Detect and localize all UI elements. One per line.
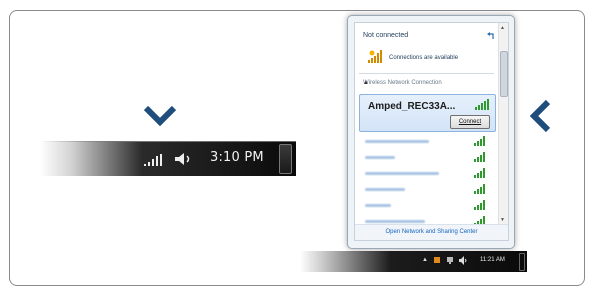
signal-strength-icon	[474, 136, 485, 146]
network-name-blurred	[365, 172, 439, 175]
scroll-up-icon[interactable]: ▲	[500, 25, 505, 31]
speaker-icon[interactable]	[174, 152, 194, 166]
network-item[interactable]	[359, 166, 494, 182]
network-item[interactable]	[359, 198, 494, 214]
network-name-blurred	[365, 140, 429, 143]
signal-strength-icon	[474, 152, 485, 162]
signal-strength-icon	[474, 184, 485, 194]
network-icon[interactable]	[446, 256, 454, 265]
clock-time[interactable]: 3:10 PM	[210, 150, 264, 165]
network-item[interactable]	[359, 150, 494, 166]
taskbar-top-edge	[40, 141, 296, 142]
network-name-blurred	[365, 188, 405, 191]
network-flyout: Not connected Connections are available …	[347, 15, 515, 249]
wireless-signal-icon[interactable]	[143, 154, 163, 166]
collapse-icon[interactable]: ▲	[363, 80, 491, 86]
network-name-blurred	[365, 156, 395, 159]
scrollbar-thumb[interactable]	[500, 51, 508, 97]
section-header-wireless[interactable]: Wireless Network Connection ▲	[359, 77, 495, 91]
network-available-icon	[368, 50, 382, 63]
signal-strength-icon	[475, 99, 489, 110]
chevron-left-icon	[530, 99, 551, 133]
show-desktop-button[interactable]	[519, 253, 525, 271]
scrollbar[interactable]: ▲ ▼	[498, 23, 508, 225]
network-sharing-center-link[interactable]: Open Network and Sharing Center	[355, 229, 508, 235]
network-item[interactable]	[359, 134, 494, 150]
taskbar-small: ▲ 11:21 AM	[300, 251, 527, 272]
network-name: Amped_REC33A...	[368, 101, 456, 112]
availability-text: Connections are available	[389, 55, 459, 61]
chevron-down-icon	[143, 105, 177, 126]
network-flyout-panel: Not connected Connections are available …	[354, 22, 509, 241]
clock-time[interactable]: 11:21 AM	[480, 257, 505, 263]
network-name-blurred	[365, 220, 425, 223]
network-item[interactable]	[359, 182, 494, 198]
refresh-icon[interactable]	[485, 31, 495, 41]
network-item-selected[interactable]: Amped_REC33A... Connect	[359, 94, 496, 132]
speaker-icon[interactable]	[459, 256, 468, 265]
taskbar-notification-area: 3:10 PM	[40, 141, 296, 176]
signal-strength-icon	[474, 168, 485, 178]
scroll-down-icon[interactable]: ▼	[500, 217, 505, 223]
connect-button[interactable]: Connect	[450, 115, 490, 129]
section-divider	[359, 73, 494, 74]
show-desktop-button[interactable]	[279, 144, 292, 174]
flag-icon[interactable]	[433, 256, 441, 264]
network-name-blurred	[365, 204, 391, 207]
show-hidden-icons-icon[interactable]: ▲	[422, 257, 428, 263]
signal-strength-icon	[474, 200, 485, 210]
flyout-footer: Open Network and Sharing Center	[355, 224, 508, 240]
connection-status: Not connected	[363, 32, 409, 39]
